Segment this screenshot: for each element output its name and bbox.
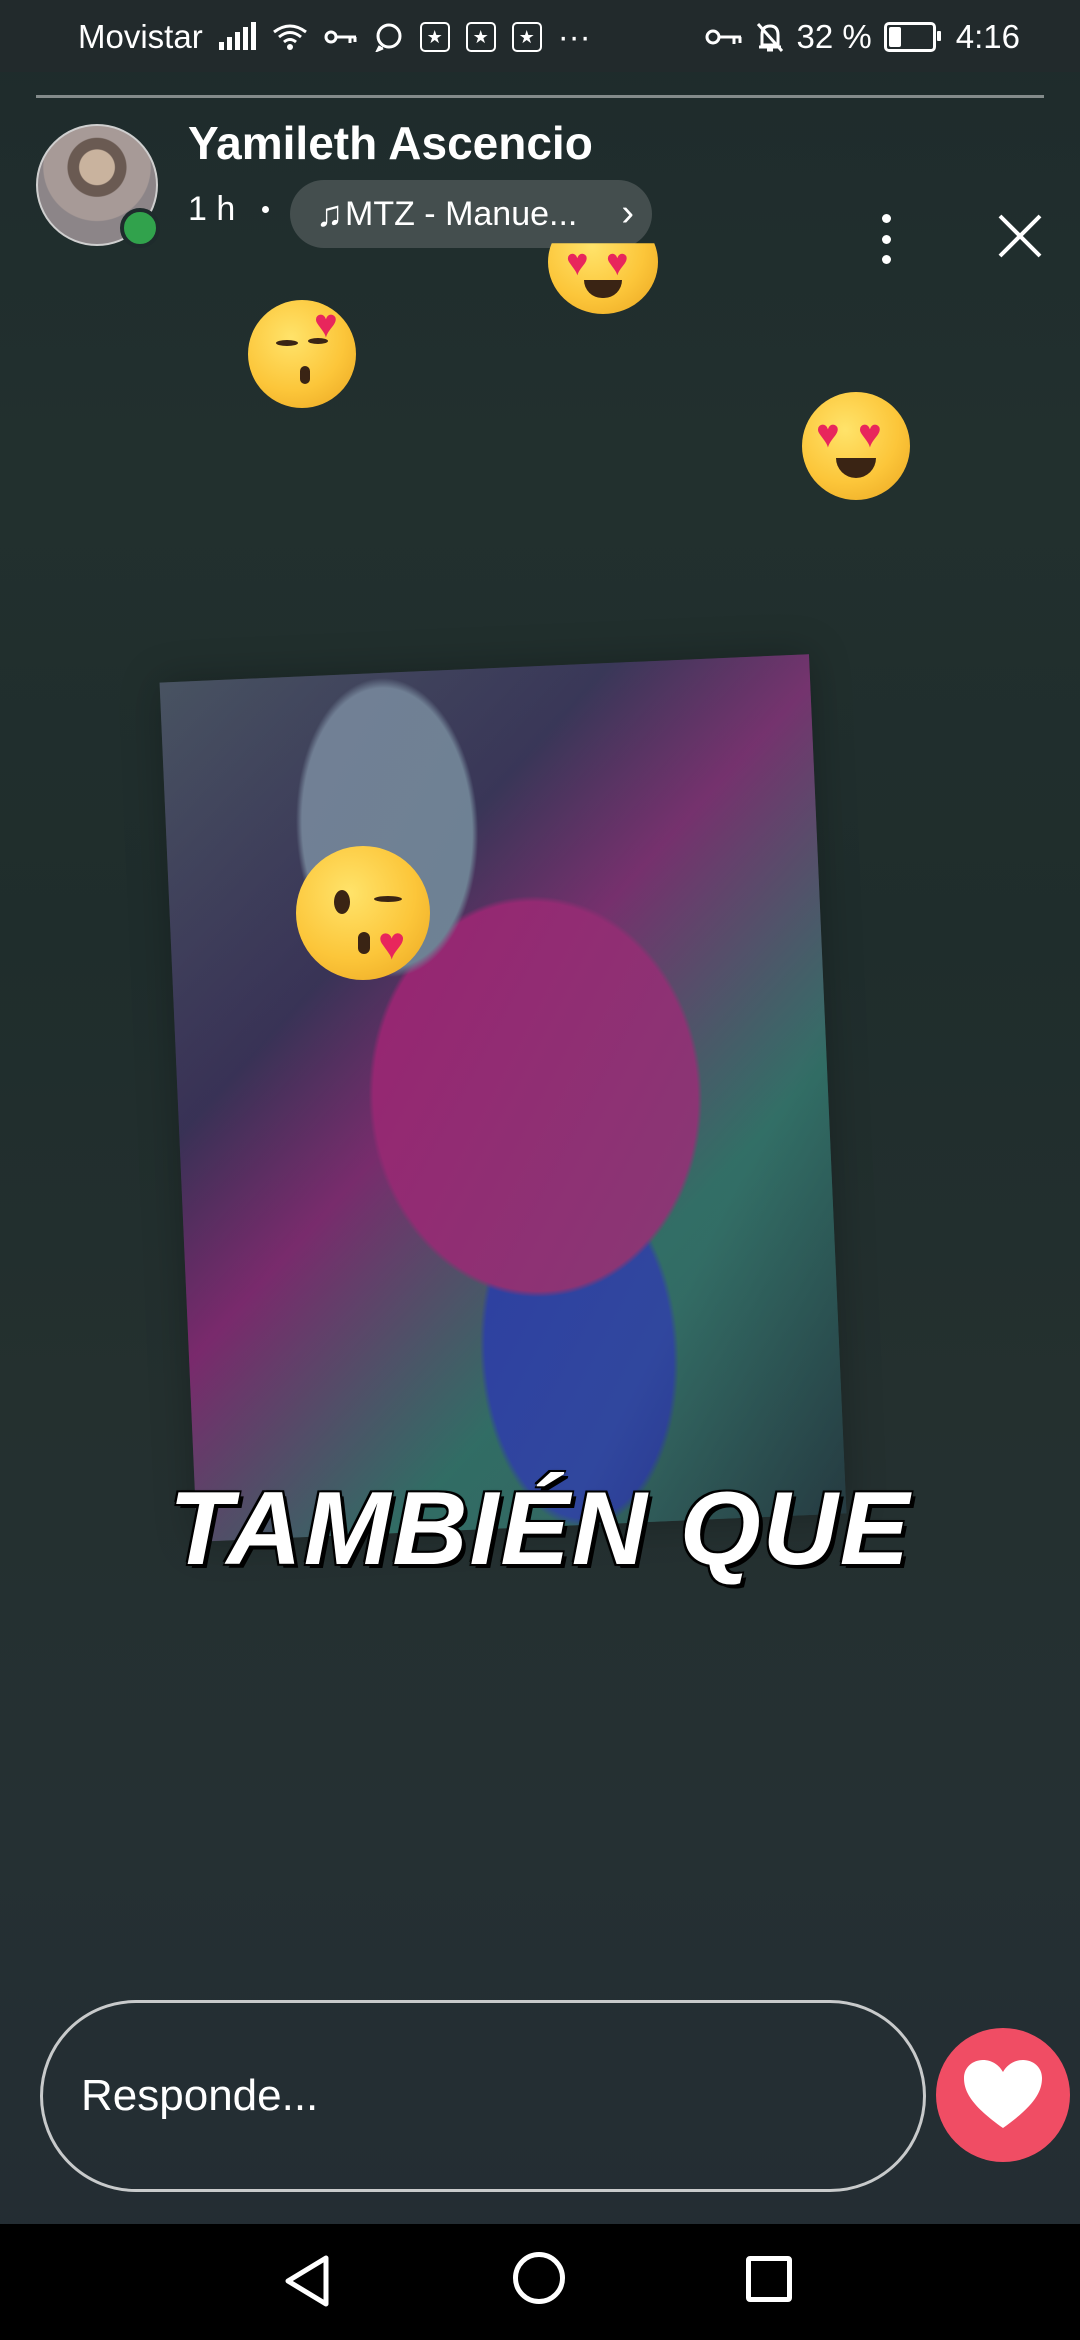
online-status-dot [120, 208, 160, 248]
reply-input[interactable]: Responde... [40, 2000, 926, 2192]
separator-dot [262, 206, 269, 213]
clock: 4:16 [955, 18, 1020, 55]
vpn-key-icon [324, 30, 357, 44]
chevron-right-icon: › [621, 192, 634, 234]
story-photo [159, 654, 847, 1542]
star-box-icon: ★ [511, 22, 542, 52]
close-icon[interactable] [994, 210, 1046, 262]
whatsapp-icon [375, 23, 402, 52]
more-notifications-icon: ··· [557, 18, 591, 55]
reply-placeholder: Responde... [81, 2071, 319, 2120]
heart-eyes-emoji: ♥ ♥ [802, 392, 910, 500]
story-progress-bar [36, 95, 1044, 98]
like-button[interactable] [936, 2028, 1070, 2162]
more-options-button[interactable] [866, 214, 906, 264]
home-icon[interactable] [513, 2252, 565, 2304]
wifi-icon [272, 24, 307, 50]
star-box-icon: ★ [419, 22, 450, 52]
story-timestamp: 1 h [188, 190, 236, 228]
story-viewer: Movistar ★ ★ ★ ··· 32 % 4:16 Yamileth As… [0, 0, 1080, 2340]
status-bar: Movistar ★ ★ ★ ··· 32 % 4:16 [0, 0, 1080, 72]
kiss-wink-emoji: ♥ [296, 846, 430, 980]
story-author-name[interactable]: Yamileth Ascencio [188, 116, 593, 170]
star-box-icon: ★ [465, 22, 496, 52]
kissing-emoji: ♥ [248, 300, 356, 408]
recents-icon[interactable] [746, 2256, 792, 2302]
key-icon [705, 29, 742, 45]
carrier-label: Movistar [78, 18, 203, 55]
music-note-icon: ♫ [316, 193, 343, 234]
music-title: MTZ - Manue... [345, 194, 578, 233]
battery-percent: 32 % [796, 18, 872, 55]
signal-icon [218, 22, 256, 50]
heart-icon [964, 2060, 1042, 2128]
music-sticker-button[interactable]: ♫ MTZ - Manue... › [290, 180, 652, 248]
bell-off-icon [756, 23, 783, 52]
story-caption: TAMBIÉN QUE [168, 1471, 912, 1587]
back-icon[interactable] [282, 2254, 332, 2308]
battery-icon [883, 22, 941, 52]
system-navigation-bar [0, 2224, 1080, 2340]
